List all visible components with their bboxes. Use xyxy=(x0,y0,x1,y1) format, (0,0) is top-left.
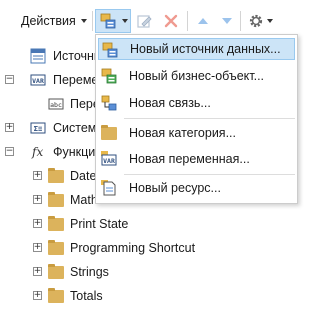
new-item-dropdown-button[interactable] xyxy=(95,9,131,33)
expand-toggle[interactable]: + xyxy=(33,267,42,276)
delete-icon xyxy=(163,13,179,29)
menu-item-new-relation[interactable]: Новая связь... xyxy=(98,92,295,114)
abc-icon: abc xyxy=(48,96,64,112)
gear-icon xyxy=(248,13,264,29)
edit-icon xyxy=(137,13,153,29)
menu-item-label: Новый источник данных... xyxy=(130,42,281,56)
folder-icon xyxy=(48,288,64,304)
actions-dropdown-button[interactable]: Действия xyxy=(21,9,91,33)
expand-toggle[interactable]: + xyxy=(5,123,14,132)
tree-item[interactable]: + Strings xyxy=(0,260,308,284)
new-datasource-icon xyxy=(100,13,116,29)
resource-icon xyxy=(101,180,117,196)
datasource-icon xyxy=(30,48,46,64)
arrow-down-icon xyxy=(219,13,235,29)
move-down-button[interactable] xyxy=(219,9,235,33)
svg-text:Σ≡: Σ≡ xyxy=(34,125,42,133)
folder-icon xyxy=(48,192,64,208)
tree-item-label: Programming Shortcut xyxy=(70,241,196,255)
new-item-menu: Новый источник данных... Новый бизнес-об… xyxy=(95,34,298,204)
menu-item-new-category[interactable]: Новая категория... xyxy=(98,122,295,144)
menu-item-new-datasource[interactable]: Новый источник данных... xyxy=(98,38,295,60)
variable-icon: VAR xyxy=(101,151,117,167)
relation-icon xyxy=(101,95,117,111)
expand-toggle[interactable]: + xyxy=(33,171,42,180)
tree-item-label: Date xyxy=(70,169,97,183)
tree-item[interactable]: + Totals xyxy=(0,284,308,308)
menu-item-new-business-object[interactable]: Новый бизнес-объект... xyxy=(98,65,295,87)
menu-item-label: Новый бизнес-объект... xyxy=(129,69,265,83)
toolbar-divider xyxy=(187,11,188,31)
collapse-toggle[interactable]: − xyxy=(5,75,14,84)
actions-label: Действия xyxy=(21,14,76,28)
chevron-down-icon xyxy=(122,19,128,23)
svg-text:abc: abc xyxy=(50,101,62,109)
svg-text:VAR: VAR xyxy=(103,157,115,165)
expand-toggle[interactable]: + xyxy=(33,291,42,300)
menu-item-label: Новый ресурс... xyxy=(129,181,221,195)
menu-item-new-resource[interactable]: Новый ресурс... xyxy=(98,177,295,199)
arrow-up-icon xyxy=(195,13,211,29)
svg-text:VAR: VAR xyxy=(32,77,44,85)
collapse-toggle[interactable]: − xyxy=(5,147,14,156)
chevron-down-icon xyxy=(267,19,273,23)
menu-item-new-variable[interactable]: VAR Новая переменная... xyxy=(98,148,295,170)
svg-text:fx: fx xyxy=(31,145,43,159)
menu-divider xyxy=(124,174,295,175)
tree-item-label: Totals xyxy=(70,289,103,303)
new-datasource-icon xyxy=(102,42,118,58)
tree-item[interactable]: + Print State xyxy=(0,212,308,236)
folder-icon xyxy=(101,125,117,141)
toolbar-divider xyxy=(240,11,241,31)
menu-item-label: Новая переменная... xyxy=(129,152,250,166)
variable-icon: VAR xyxy=(30,72,46,88)
expand-toggle[interactable]: + xyxy=(33,219,42,228)
fx-icon: fx xyxy=(30,143,46,159)
tree-item-label: Math xyxy=(70,193,98,207)
delete-button[interactable] xyxy=(163,9,181,33)
menu-divider xyxy=(124,118,295,119)
folder-icon xyxy=(48,168,64,184)
tree-item[interactable]: + Programming Shortcut xyxy=(0,236,308,260)
tree-item-label: Print State xyxy=(70,217,129,231)
business-object-icon xyxy=(101,68,117,84)
folder-icon xyxy=(48,216,64,232)
expand-toggle[interactable]: + xyxy=(33,243,42,252)
tree-item-label: Strings xyxy=(70,265,109,279)
toolbar-divider xyxy=(92,11,93,31)
settings-dropdown-button[interactable] xyxy=(248,9,278,33)
system-var-icon: Σ≡ xyxy=(30,120,46,136)
chevron-down-icon xyxy=(80,19,87,23)
menu-item-label: Новая категория... xyxy=(129,126,236,140)
folder-icon xyxy=(48,264,64,280)
edit-button[interactable] xyxy=(137,9,155,33)
move-up-button[interactable] xyxy=(195,9,211,33)
menu-item-label: Новая связь... xyxy=(129,96,211,110)
expand-toggle[interactable]: + xyxy=(33,195,42,204)
folder-icon xyxy=(48,240,64,256)
